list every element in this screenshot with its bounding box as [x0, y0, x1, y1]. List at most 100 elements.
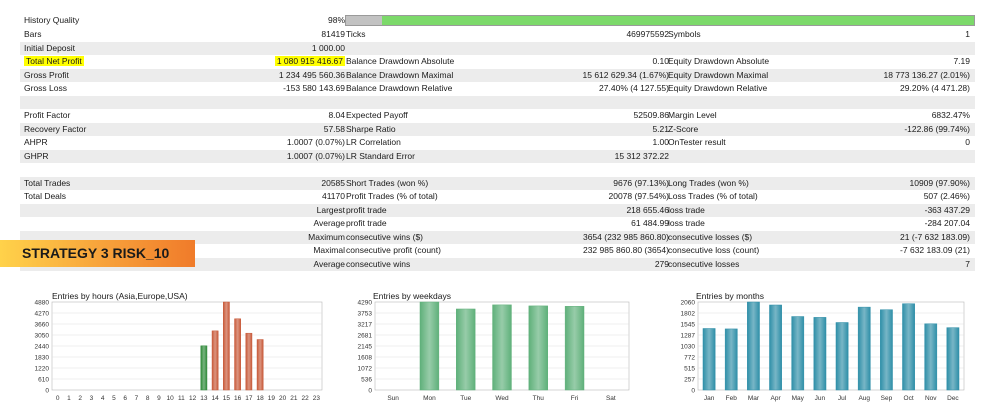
stats-row-average: Average profit trade 61 484.99 loss trade -2… — [20, 217, 975, 231]
strategy-banner: STRATEGY 3 RISK_10 — [0, 240, 195, 267]
bar-Mon — [419, 301, 440, 391]
x-tick-label: 0 — [56, 395, 60, 402]
y-tick-label: 1608 — [358, 355, 373, 362]
y-tick-label: 515 — [684, 366, 695, 373]
stats-row-pf: Profit Factor 8.04 Expected Payoff 52509.86… — [20, 109, 975, 123]
x-tick-label: 7 — [135, 395, 139, 402]
stats-col1-value: 81419 — [321, 29, 345, 39]
stats-row-grossprofit: Gross Profit 1 234 495 560.36 Balance Draw… — [20, 68, 975, 82]
y-tick-label: 3050 — [35, 333, 50, 340]
x-tick-label: Tue — [460, 395, 471, 402]
y-tick-label: 4290 — [358, 300, 373, 307]
stats-col1-label: Total Net Profit — [24, 55, 214, 69]
y-tick-label: 1072 — [358, 366, 373, 373]
stats-row-bars: Bars 81419 Ticks 469975592 Symbols 1 — [20, 28, 975, 42]
x-tick-label: 1 — [67, 395, 71, 402]
stats-col3-value: 507 (2.46%) — [923, 191, 970, 201]
x-tick-label: 8 — [146, 395, 150, 402]
y-tick-label: 610 — [38, 377, 49, 384]
x-tick-label: Fri — [571, 395, 579, 402]
stats-row-largest: Largest profit trade 218 655.46 loss trade -… — [20, 203, 975, 217]
bar-13 — [200, 345, 208, 391]
stats-col2-value: 52509.86 — [633, 110, 669, 120]
stats-col2-value — [500, 96, 669, 110]
history-quality-value: 98% — [327, 15, 345, 25]
x-tick-label: 15 — [223, 395, 231, 402]
bar-Sep — [880, 309, 893, 391]
x-tick-label: Jul — [838, 395, 847, 402]
stats-col1-value: 57.58 — [323, 123, 345, 134]
x-tick-label: Nov — [925, 395, 937, 402]
stats-row-ghpr: GHPR 1.0007 (0.07%) LR Standard Error 15 31… — [20, 149, 975, 164]
y-tick-label: 3753 — [358, 311, 373, 318]
bar-Dec — [946, 327, 960, 391]
x-tick-label: 2 — [78, 395, 82, 402]
y-tick-label: 4270 — [35, 311, 50, 318]
stats-col3-value: 10909 (97.90%) — [909, 177, 971, 188]
stats-col2-value: 15 612 629.34 (1.67%) — [582, 69, 669, 80]
stats-col3-value — [820, 163, 970, 177]
stats-col3-value — [820, 42, 970, 56]
stats-col1-label: AHPR — [24, 137, 48, 147]
x-tick-label: 22 — [302, 395, 310, 402]
x-tick-label: 18 — [257, 395, 265, 402]
stats-col2-value: 3654 (232 985 860.80) — [582, 231, 669, 242]
chart-months-svg: 0 257 515 772 1030 1287 1545 1802 2060 Jan Feb Mar A… — [681, 300, 965, 402]
bar-Wed — [492, 304, 512, 391]
x-tick-label: 14 — [212, 395, 220, 402]
x-tick-label: 23 — [313, 395, 321, 402]
stats-col2-value: 218 655.46 — [626, 204, 669, 215]
x-tick-label: 9 — [157, 395, 161, 402]
stats-col1-label: Total Trades — [24, 177, 71, 188]
bar-Fri — [564, 306, 585, 391]
y-tick-label: 3660 — [35, 322, 50, 329]
stats-col3-value: -122.86 (99.74%) — [904, 123, 970, 134]
y-tick-label: 772 — [684, 355, 695, 362]
stats-col2-value: 469975592 — [626, 29, 669, 39]
x-tick-label: Sep — [881, 395, 893, 402]
stats-col1-value: 8.04 — [328, 110, 345, 120]
x-tick-label: Wed — [495, 395, 509, 402]
stats-col1-label: GHPR — [24, 150, 49, 161]
x-tick-label: 11 — [178, 395, 185, 402]
y-tick-label: 1545 — [681, 322, 696, 329]
x-tick-label: 20 — [279, 395, 287, 402]
chart-weekdays: Entries by weekdays 0 536 1072 1608 2145 2681… — [345, 290, 635, 408]
stats-col2-value: 279 — [654, 258, 669, 269]
stats-col3-value — [820, 150, 970, 164]
stats-col1-value: Maximal — [313, 245, 345, 255]
bar-15 — [223, 301, 230, 391]
x-tick-label: Jan — [704, 395, 715, 402]
x-tick-label: Mar — [748, 395, 760, 402]
chart-hours: Entries by hours (Asia,Europe,USA) 0 610 1… — [20, 290, 328, 408]
stats-col1-value: 20585 — [321, 177, 345, 188]
history-missing-segment — [346, 16, 382, 25]
x-tick-label: Feb — [726, 395, 738, 402]
x-tick-label: 12 — [189, 395, 197, 402]
stats-col1-value: Largest — [316, 204, 345, 215]
stats-col3-value: 7.19 — [953, 56, 970, 66]
stats-col2-value: 5.21 — [652, 123, 669, 134]
bar-16 — [234, 318, 241, 391]
stats-row-ahpr: AHPR 1.0007 (0.07%) LR Correlation 1.00 OnTe… — [20, 136, 975, 150]
stats-row-deposit: Initial Deposit 1 000.00 — [20, 41, 975, 56]
y-tick-label: 0 — [368, 388, 372, 395]
stats-col1-value: 1 080 915 416.67 — [200, 55, 345, 69]
x-tick-label: 4 — [101, 395, 105, 402]
x-tick-label: Apr — [771, 395, 782, 402]
y-tick-label: 257 — [684, 377, 695, 384]
x-tick-label: 3 — [90, 395, 94, 402]
stats-col3-value: 6832.47% — [931, 110, 970, 120]
bar-Tue — [456, 308, 476, 391]
x-tick-label: Jun — [815, 395, 826, 402]
x-tick-label: May — [792, 395, 805, 402]
x-tick-label: 17 — [245, 395, 253, 402]
y-tick-label: 1287 — [681, 333, 696, 340]
x-tick-label: Dec — [947, 395, 959, 402]
x-tick-label: Aug — [858, 395, 870, 402]
y-tick-label: 1802 — [681, 311, 696, 318]
stats-col2-value: 61 484.99 — [631, 218, 669, 228]
bar-Mar — [747, 301, 760, 391]
stats-col3-value: 1 — [965, 29, 970, 39]
stats-col1-label: Gross Profit — [24, 69, 69, 80]
